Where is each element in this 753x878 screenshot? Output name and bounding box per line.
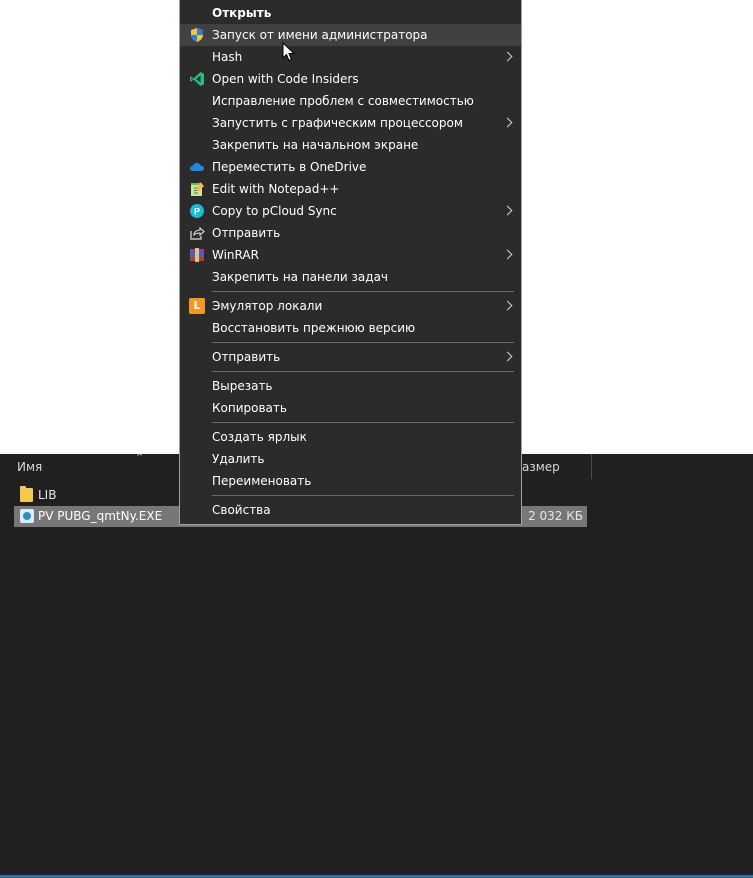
menu-separator bbox=[212, 371, 514, 372]
submenu-arrow-icon bbox=[502, 351, 513, 362]
menu-item-label: Создать ярлык bbox=[212, 430, 307, 444]
winrar-icon bbox=[190, 248, 204, 262]
menu-item-label: Вырезать bbox=[212, 379, 273, 393]
menu-item-label: Копировать bbox=[212, 401, 287, 415]
column-header-size[interactable]: азмер bbox=[522, 460, 560, 474]
submenu-arrow-icon bbox=[502, 205, 513, 216]
menu-item-label: Переместить в OneDrive bbox=[212, 160, 367, 174]
sort-chevron-icon: ⌃ bbox=[135, 451, 145, 464]
menu-item-label: Исправление проблем с совместимостью bbox=[212, 94, 474, 108]
menu-separator bbox=[212, 291, 514, 292]
menu-item-label: WinRAR bbox=[212, 248, 259, 262]
vscode-insiders-icon bbox=[190, 72, 204, 86]
locale-emulator-icon: L bbox=[189, 298, 205, 314]
menu-item-label: Переименовать bbox=[212, 474, 312, 488]
menu-item-pin-to-taskbar[interactable]: Закрепить на панели задач bbox=[180, 266, 521, 288]
menu-item-restore-previous[interactable]: Восстановить прежнюю версию bbox=[180, 317, 521, 339]
menu-item-create-shortcut[interactable]: Создать ярлык bbox=[180, 426, 521, 448]
submenu-arrow-icon bbox=[502, 249, 513, 260]
menu-item-label: Запуск от имени администратора bbox=[212, 28, 428, 42]
menu-item-hash[interactable]: Hash bbox=[180, 46, 521, 68]
menu-item-label: Запустить с графическим процессором bbox=[212, 116, 463, 130]
menu-item-label: Свойства bbox=[212, 503, 271, 517]
menu-item-open[interactable]: Открыть bbox=[180, 2, 521, 24]
menu-item-share[interactable]: Отправить bbox=[180, 222, 521, 244]
notepad-plus-plus-icon bbox=[191, 182, 204, 196]
menu-item-label: Удалить bbox=[212, 452, 265, 466]
menu-item-delete[interactable]: Удалить bbox=[180, 448, 521, 470]
menu-item-run-as-admin[interactable]: Запуск от имени администратора bbox=[180, 24, 521, 46]
svg-text:P: P bbox=[194, 207, 200, 217]
menu-item-label: Эмулятор локали bbox=[212, 299, 323, 313]
file-size: 2 032 КБ bbox=[528, 509, 583, 523]
submenu-arrow-icon bbox=[502, 51, 513, 62]
mouse-cursor-icon bbox=[282, 42, 296, 62]
menu-item-cut[interactable]: Вырезать bbox=[180, 375, 521, 397]
menu-item-label: Открыть bbox=[212, 6, 272, 20]
menu-item-label: Закрепить на панели задач bbox=[212, 270, 389, 284]
menu-item-run-with-gpu[interactable]: Запустить с графическим процессором bbox=[180, 112, 521, 134]
menu-item-label: Copy to pCloud Sync bbox=[212, 204, 337, 218]
submenu-arrow-icon bbox=[502, 300, 513, 311]
menu-item-properties[interactable]: Свойства bbox=[180, 499, 521, 521]
menu-item-label: Отправить bbox=[212, 226, 281, 240]
menu-separator bbox=[212, 495, 514, 496]
file-name: PV PUBG_qmtNy.EXE bbox=[38, 509, 163, 523]
pcloud-icon: P bbox=[190, 204, 204, 218]
share-icon bbox=[190, 226, 205, 240]
context-menu: Открыть Запуск от имени администратора H… bbox=[179, 0, 522, 525]
menu-item-rename[interactable]: Переименовать bbox=[180, 470, 521, 492]
menu-item-label: Edit with Notepad++ bbox=[212, 182, 340, 196]
column-header-name[interactable]: Имя bbox=[17, 460, 42, 474]
menu-item-winrar[interactable]: WinRAR bbox=[180, 244, 521, 266]
uac-shield-icon bbox=[191, 28, 203, 42]
menu-item-locale-emulator[interactable]: L Эмулятор локали bbox=[180, 295, 521, 317]
menu-item-label: Закрепить на начальном экране bbox=[212, 138, 419, 152]
menu-item-copy[interactable]: Копировать bbox=[180, 397, 521, 419]
column-divider[interactable] bbox=[591, 454, 592, 479]
menu-item-send-to[interactable]: Отправить bbox=[180, 346, 521, 368]
file-name: LIB bbox=[38, 488, 57, 502]
menu-item-compat-troubleshoot[interactable]: Исправление проблем с совместимостью bbox=[180, 90, 521, 112]
menu-item-edit-notepadpp[interactable]: Edit with Notepad++ bbox=[180, 178, 521, 200]
menu-item-copy-pcloud[interactable]: P Copy to pCloud Sync bbox=[180, 200, 521, 222]
menu-item-move-to-onedrive[interactable]: Переместить в OneDrive bbox=[180, 156, 521, 178]
submenu-arrow-icon bbox=[502, 117, 513, 128]
onedrive-icon bbox=[190, 163, 204, 171]
menu-item-label: Восстановить прежнюю версию bbox=[212, 321, 416, 335]
folder-icon bbox=[20, 486, 33, 502]
application-icon bbox=[20, 509, 34, 523]
menu-separator bbox=[212, 342, 514, 343]
menu-item-label: Open with Code Insiders bbox=[212, 72, 359, 86]
menu-separator bbox=[212, 422, 514, 423]
menu-item-label: Отправить bbox=[212, 350, 281, 364]
menu-item-pin-to-start[interactable]: Закрепить на начальном экране bbox=[180, 134, 521, 156]
menu-item-label: Hash bbox=[212, 50, 243, 64]
menu-item-open-code-insiders[interactable]: Open with Code Insiders bbox=[180, 68, 521, 90]
